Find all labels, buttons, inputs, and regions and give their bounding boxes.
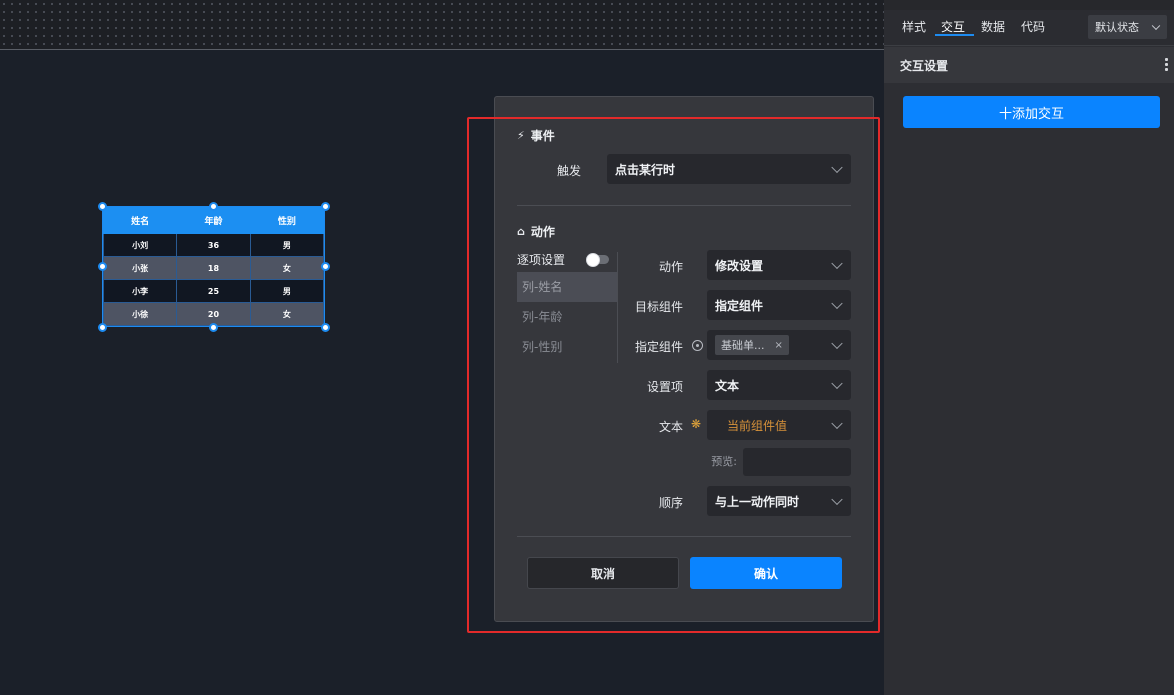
- text-select[interactable]: 当前组件值: [707, 410, 851, 440]
- table-widget[interactable]: 姓名 年龄 性别 小刘 36 男 小张 18 女 小李 25 男 小徐 20 女: [102, 206, 325, 327]
- resize-handle-bottom[interactable]: [209, 323, 218, 332]
- add-interaction-button[interactable]: 十添加交互: [903, 96, 1160, 128]
- resize-handle-top[interactable]: [209, 202, 218, 211]
- state-select[interactable]: 默认状态: [1088, 15, 1167, 39]
- order-label: 顺序: [658, 496, 683, 510]
- chevron-down-icon: [831, 417, 843, 430]
- more-vertical-icon[interactable]: [1165, 57, 1168, 72]
- tab-interaction[interactable]: 交互: [941, 18, 965, 35]
- trigger-select[interactable]: 点击某行时: [607, 154, 851, 184]
- order-select[interactable]: 与上一动作同时: [707, 486, 851, 516]
- table-row[interactable]: 小李 25 男: [102, 279, 325, 303]
- table-cell: 25: [176, 279, 251, 303]
- home-icon: ⌂: [517, 225, 525, 238]
- resize-handle-bottom-left[interactable]: [98, 323, 107, 332]
- column-item-age[interactable]: 列-年龄: [517, 302, 617, 332]
- setting-label: 设置项: [646, 380, 683, 394]
- data-table: 姓名 年龄 性别 小刘 36 男 小张 18 女 小李 25 男 小徐 20 女: [102, 207, 325, 326]
- per-item-setting-label: 逐项设置: [517, 253, 566, 267]
- target-select[interactable]: 指定组件: [707, 290, 851, 320]
- table-cell: 18: [176, 256, 251, 280]
- resize-handle-right[interactable]: [321, 262, 330, 271]
- per-item-toggle[interactable]: [586, 253, 609, 267]
- component-tag: 基础单... ×: [715, 335, 789, 355]
- chevron-down-icon: [831, 493, 843, 506]
- resize-handle-bottom-right[interactable]: [321, 323, 330, 332]
- table-cell: 女: [249, 256, 325, 280]
- table-cell: 小张: [102, 256, 178, 280]
- chevron-down-icon: [831, 377, 843, 390]
- table-header-row: 姓名 年龄 性别: [102, 207, 325, 234]
- column-item-gender[interactable]: 列-性别: [517, 332, 617, 362]
- table-cell: 小徐: [102, 302, 178, 326]
- tab-code[interactable]: 代码: [1021, 18, 1045, 35]
- action-label: 动作: [658, 260, 683, 274]
- text-label: 文本: [658, 420, 683, 434]
- interaction-dialog: ⚡ 事件 触发 点击某行时 ⌂ 动作 逐项设置 列-姓名 列-年龄 列-性别 动…: [494, 96, 874, 622]
- chevron-down-icon: [831, 161, 843, 174]
- column-divider: [617, 252, 618, 363]
- table-cell: 男: [249, 233, 325, 257]
- column-list: 列-姓名 列-年龄 列-性别: [517, 272, 617, 362]
- specified-select[interactable]: 基础单... ×: [707, 330, 851, 360]
- action-select[interactable]: 修改设置: [707, 250, 851, 280]
- ruler-strip: [0, 0, 884, 50]
- resize-handle-top-left[interactable]: [98, 202, 107, 211]
- property-panel: 样式 交互 数据 代码 默认状态 交互设置 十添加交互: [884, 0, 1174, 695]
- chevron-down-icon: [831, 337, 843, 350]
- table-cell: 小李: [102, 279, 178, 303]
- divider: [517, 205, 851, 206]
- resize-handle-left[interactable]: [98, 262, 107, 271]
- column-item-name[interactable]: 列-姓名: [517, 272, 617, 302]
- table-cell: 男: [249, 279, 325, 303]
- preview-field: [743, 448, 851, 476]
- table-cell: 小刘: [102, 233, 178, 257]
- table-header-cell: 性别: [249, 207, 325, 234]
- table-row[interactable]: 小张 18 女: [102, 256, 325, 280]
- table-cell: 女: [249, 302, 325, 326]
- cancel-button[interactable]: 取消: [527, 557, 679, 589]
- specified-label: 指定组件: [634, 340, 683, 354]
- interaction-settings-header: 交互设置: [884, 47, 1174, 83]
- setting-select[interactable]: 文本: [707, 370, 851, 400]
- close-icon[interactable]: ×: [775, 340, 783, 351]
- preview-label: 预览:: [711, 455, 737, 468]
- trigger-label: 触发: [556, 164, 581, 178]
- locate-icon[interactable]: [692, 340, 703, 351]
- event-section-title: ⚡ 事件: [517, 129, 555, 143]
- tab-style[interactable]: 样式: [902, 18, 926, 35]
- table-header-cell: 年龄: [176, 207, 251, 234]
- active-tab-indicator: [935, 34, 974, 36]
- confirm-button[interactable]: 确认: [690, 557, 842, 589]
- panel-tabs: 样式 交互 数据 代码 默认状态: [884, 0, 1174, 46]
- target-label: 目标组件: [634, 300, 683, 314]
- table-cell: 36: [176, 233, 251, 257]
- tab-data[interactable]: 数据: [981, 18, 1005, 35]
- sparkle-icon[interactable]: ❋: [691, 417, 701, 431]
- lightning-icon: ⚡: [517, 129, 525, 142]
- chevron-down-icon: [831, 257, 843, 270]
- table-row[interactable]: 小刘 36 男: [102, 233, 325, 257]
- chevron-down-icon: [1151, 21, 1161, 31]
- table-header-cell: 姓名: [102, 207, 178, 234]
- chevron-down-icon: [831, 297, 843, 310]
- resize-handle-top-right[interactable]: [321, 202, 330, 211]
- divider: [517, 536, 851, 537]
- action-section-title: ⌂ 动作: [517, 225, 555, 239]
